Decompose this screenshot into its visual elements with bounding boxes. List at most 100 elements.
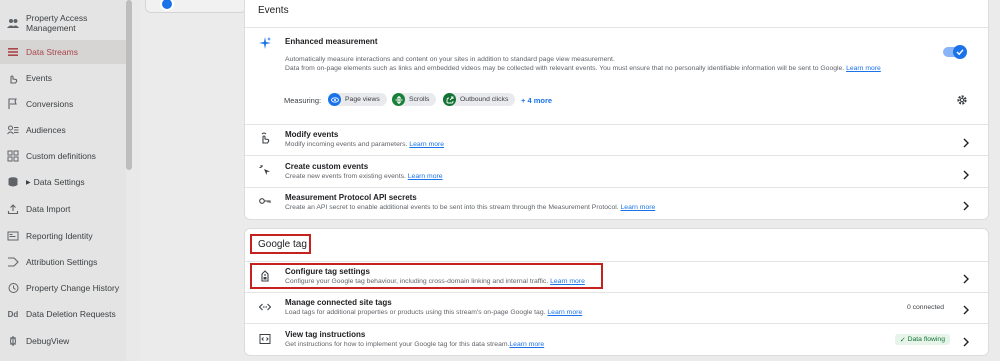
expand-caret-icon[interactable]: ▶ bbox=[26, 179, 31, 186]
row-desc: Get instructions for how to implement yo… bbox=[285, 341, 544, 348]
sidebar-item-audiences[interactable]: Audiences bbox=[0, 118, 126, 142]
check-icon bbox=[953, 45, 967, 59]
status-text: Data flowing bbox=[907, 336, 945, 343]
sidebar-item-property-change-history[interactable]: Property Change History bbox=[0, 276, 126, 300]
divider bbox=[245, 27, 988, 28]
flag-icon bbox=[6, 97, 20, 111]
sidebar-item-debugview[interactable]: DebugView bbox=[0, 329, 126, 353]
highlight-configure-tag-settings bbox=[250, 263, 603, 289]
admin-sidebar: Property Access Management Data Streams … bbox=[0, 0, 126, 361]
chip-label: Page views bbox=[345, 96, 380, 103]
chevron-right-icon bbox=[962, 271, 970, 284]
outbound-icon bbox=[443, 93, 456, 106]
sidebar-item-label: Conversions bbox=[26, 99, 74, 109]
sidebar-item-label: Attribution Settings bbox=[26, 257, 98, 267]
sidebar-item-property-access[interactable]: Property Access Management bbox=[0, 10, 126, 36]
sidebar-item-label: Data Import bbox=[26, 204, 71, 214]
desc-text: Data from on-page elements such as links… bbox=[285, 65, 845, 72]
desc-text: Create new events from existing events. bbox=[285, 173, 406, 180]
sidebar-item-events[interactable]: Events bbox=[0, 66, 126, 90]
sidebar-item-label: Data Settings bbox=[33, 177, 85, 187]
measuring-label: Measuring: bbox=[284, 96, 322, 105]
row-desc: Create new events from existing events. … bbox=[285, 173, 443, 180]
code-icon bbox=[259, 301, 271, 313]
sidebar-item-label: Data Streams bbox=[26, 47, 78, 57]
enhanced-measurement-toggle[interactable] bbox=[943, 45, 967, 59]
row-title: Modify events bbox=[285, 130, 339, 139]
chip-outbound-clicks: Outbound clicks bbox=[443, 93, 516, 106]
people-icon bbox=[6, 16, 20, 30]
enhanced-measurement-title: Enhanced measurement bbox=[285, 37, 378, 46]
chip-label: Scrolls bbox=[409, 96, 430, 103]
learn-more-link[interactable]: Learn more bbox=[547, 309, 582, 316]
sidebar-item-label: Events bbox=[26, 73, 52, 83]
divider bbox=[245, 292, 988, 293]
sidebar-item-attribution-settings[interactable]: Attribution Settings bbox=[0, 250, 126, 274]
debug-icon bbox=[6, 334, 20, 348]
sidebar-item-conversions[interactable]: Conversions bbox=[0, 92, 126, 116]
check-icon: ✓ bbox=[899, 336, 906, 344]
sidebar-item-custom-definitions[interactable]: Custom definitions bbox=[0, 144, 126, 168]
chip-label: Outbound clicks bbox=[460, 96, 509, 103]
row-title: Measurement Protocol API secrets bbox=[285, 193, 417, 202]
scroll-icon bbox=[392, 93, 405, 106]
more-events-link[interactable]: + 4 more bbox=[521, 96, 552, 105]
database-icon bbox=[6, 175, 20, 189]
stream-status-icon bbox=[160, 0, 174, 11]
code-box-icon bbox=[259, 333, 271, 345]
dd-icon: Dd bbox=[7, 309, 19, 319]
sidebar-item-data-deletion-requests[interactable]: Dd Data Deletion Requests bbox=[0, 302, 126, 326]
eye-icon bbox=[328, 93, 341, 106]
divider bbox=[245, 155, 988, 156]
sidebar-item-data-settings[interactable]: ▶ Data Settings bbox=[0, 170, 126, 194]
row-desc: Create an API secret to enable additiona… bbox=[285, 204, 655, 211]
desc-text: Get instructions for how to implement yo… bbox=[285, 341, 510, 348]
row-title: Create custom events bbox=[285, 162, 369, 171]
row-title: View tag instructions bbox=[285, 330, 366, 339]
key-icon bbox=[259, 195, 271, 207]
identity-icon bbox=[6, 229, 20, 243]
connected-count: 0 connected bbox=[906, 304, 944, 311]
row-title: Manage connected site tags bbox=[285, 298, 392, 307]
sidebar-item-reporting-identity[interactable]: Reporting Identity bbox=[0, 224, 126, 248]
sparkle-icon bbox=[259, 37, 271, 49]
row-desc: Load tags for additional properties or p… bbox=[285, 309, 582, 316]
sidebar-item-label: Custom definitions bbox=[26, 151, 96, 161]
google-tag-card: Google tag Configure tag settings Config… bbox=[244, 228, 989, 356]
learn-more-link[interactable]: Learn more bbox=[408, 173, 443, 180]
learn-more-link[interactable]: Learn more bbox=[621, 204, 656, 211]
chip-page-views: Page views bbox=[328, 93, 387, 106]
chip-scrolls: Scrolls bbox=[392, 93, 437, 106]
desc-text: Modify incoming events and parameters. bbox=[285, 141, 408, 148]
chevron-right-icon bbox=[962, 167, 970, 180]
learn-more-link[interactable]: Learn more bbox=[846, 65, 881, 72]
stream-header-chip bbox=[145, 0, 247, 13]
learn-more-link[interactable]: Learn more bbox=[509, 341, 544, 348]
sidebar-item-label: DebugView bbox=[26, 336, 70, 346]
touch-icon bbox=[6, 71, 20, 85]
chevron-right-icon bbox=[962, 135, 970, 148]
divider bbox=[245, 187, 988, 188]
desc-text: Load tags for additional properties or p… bbox=[285, 309, 546, 316]
chevron-right-icon bbox=[962, 198, 970, 211]
sidebar-item-label: Audiences bbox=[26, 125, 66, 135]
upload-icon bbox=[6, 202, 20, 216]
streams-icon bbox=[6, 45, 20, 59]
enhanced-measurement-desc: Automatically measure interactions and c… bbox=[285, 56, 615, 63]
learn-more-link[interactable]: Learn more bbox=[409, 141, 444, 148]
sidebar-scrollbar[interactable] bbox=[126, 0, 132, 170]
sidebar-item-data-import[interactable]: Data Import bbox=[0, 197, 126, 221]
section-title-events: Events bbox=[258, 5, 289, 16]
divider bbox=[245, 323, 988, 324]
divider bbox=[245, 261, 988, 262]
gear-icon[interactable] bbox=[956, 93, 968, 105]
status-badge: ✓ Data flowing bbox=[894, 334, 950, 345]
audience-icon bbox=[6, 123, 20, 137]
sidebar-item-label: Property Change History bbox=[26, 283, 120, 293]
row-desc: Modify incoming events and parameters. L… bbox=[285, 141, 444, 148]
events-card: Events Enhanced measurement Automaticall… bbox=[244, 0, 989, 220]
divider bbox=[245, 124, 988, 125]
sidebar-item-data-streams[interactable]: Data Streams bbox=[0, 40, 126, 64]
sidebar-item-label: Reporting Identity bbox=[26, 231, 93, 241]
sidebar-item-label: Data Deletion Requests bbox=[26, 309, 116, 319]
